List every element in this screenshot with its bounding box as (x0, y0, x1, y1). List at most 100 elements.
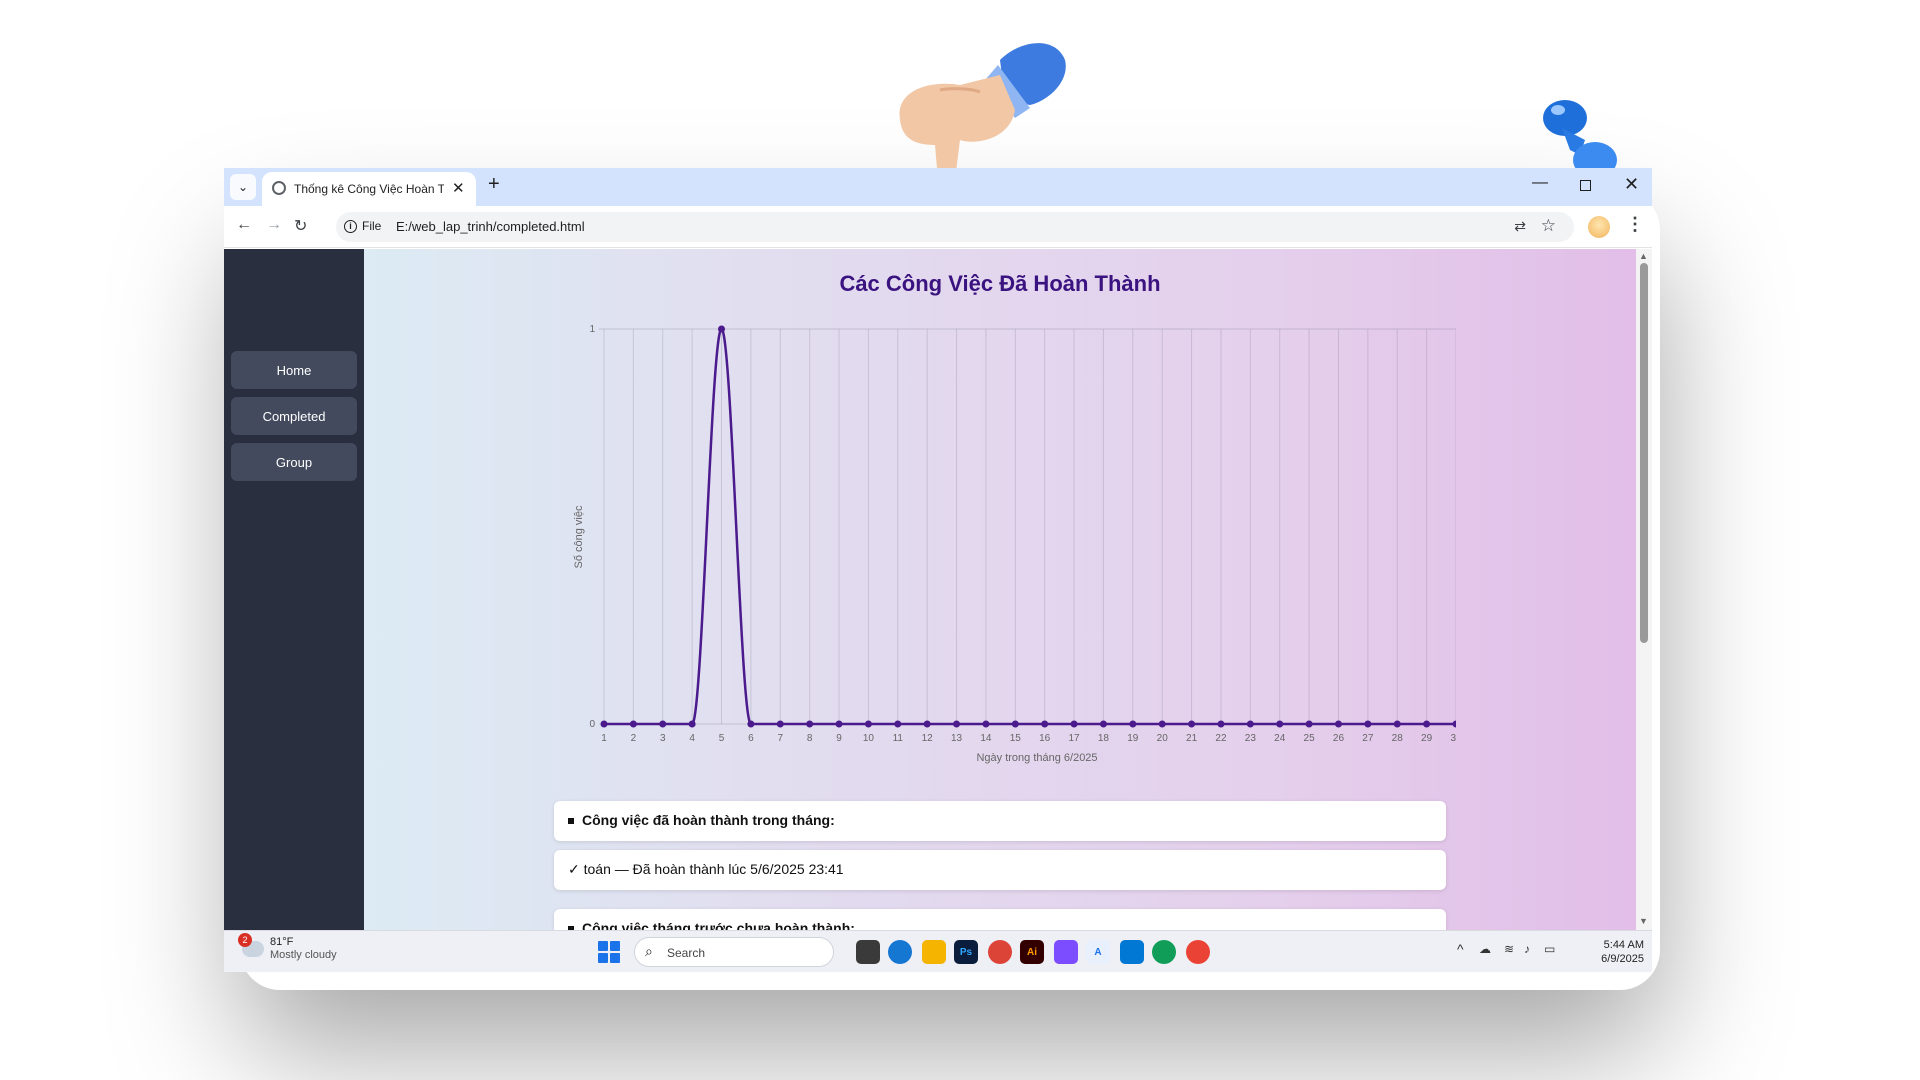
tray-chevron-up-icon[interactable]: ^ (1457, 941, 1464, 957)
x-tick-label: 22 (1215, 733, 1227, 744)
data-point[interactable] (1129, 720, 1137, 728)
data-point[interactable] (1364, 720, 1372, 728)
data-point[interactable] (953, 720, 961, 728)
profile-avatar[interactable] (1588, 216, 1610, 238)
x-tick-label: 1 (601, 733, 607, 744)
browser-window: ⌄ Thống kê Công Việc Hoàn Thàn ✕ + — ✕ ←… (224, 168, 1652, 972)
x-tick-label: 24 (1274, 733, 1286, 744)
system-clock[interactable]: 5:44 AM 6/9/2025 (1584, 938, 1644, 966)
nav-completed-button[interactable]: Completed (231, 397, 357, 435)
nav-home-button[interactable]: Home (231, 351, 357, 389)
data-point[interactable] (1070, 720, 1078, 728)
square-bullet-icon (568, 818, 574, 825)
x-tick-label: 8 (807, 733, 813, 744)
vertical-scrollbar[interactable]: ▲ ▼ (1636, 249, 1652, 930)
data-point[interactable] (1099, 720, 1107, 728)
data-point[interactable] (718, 325, 726, 333)
x-tick-label: 28 (1392, 733, 1404, 744)
photoshop-icon[interactable]: Ps (954, 940, 978, 964)
data-point[interactable] (659, 720, 667, 728)
x-tick-label: 12 (922, 733, 934, 744)
visual-studio-icon[interactable] (1054, 940, 1078, 964)
site-info-chip[interactable]: i File (344, 219, 381, 233)
weather-temperature: 81°F (270, 936, 294, 948)
weather-widget[interactable]: 2 81°F Mostly cloudy (238, 933, 337, 962)
data-point[interactable] (1334, 720, 1342, 728)
series-line (604, 327, 1456, 726)
data-point[interactable] (982, 720, 990, 728)
data-point[interactable] (894, 720, 902, 728)
data-point[interactable] (1041, 720, 1049, 728)
url-text[interactable]: E:/web_lap_trinh/completed.html (396, 219, 585, 234)
data-point[interactable] (1423, 720, 1431, 728)
task-view-icon[interactable] (856, 940, 880, 964)
data-point[interactable] (776, 720, 784, 728)
x-tick-label: 4 (689, 733, 695, 744)
data-point[interactable] (629, 720, 637, 728)
illustrator-icon[interactable]: Ai (1020, 940, 1044, 964)
taskbar-search-box[interactable]: ⌕ Search (634, 937, 834, 967)
battery-icon[interactable]: ▭ (1544, 942, 1555, 956)
edge-icon[interactable] (888, 940, 912, 964)
volume-icon[interactable]: ♪ (1524, 942, 1530, 956)
windows-start-icon[interactable] (598, 941, 620, 963)
more-menu-icon[interactable]: ⋮ (1626, 214, 1644, 235)
maximize-icon[interactable] (1580, 180, 1591, 191)
onedrive-icon[interactable]: ☁ (1479, 942, 1491, 956)
scroll-up-arrow-icon[interactable]: ▲ (1639, 251, 1648, 261)
browser-toolbar: ← → ↻ i File E:/web_lap_trinh/completed.… (224, 206, 1652, 248)
tab-search-button[interactable]: ⌄ (230, 174, 256, 200)
data-point[interactable] (600, 720, 608, 728)
page-title: Các Công Việc Đã Hoàn Thành (839, 271, 1161, 296)
browser-tab[interactable]: Thống kê Công Việc Hoàn Thàn ✕ (262, 172, 476, 206)
window-close-icon[interactable]: ✕ (1624, 174, 1639, 195)
wifi-icon[interactable]: ≋ (1504, 942, 1514, 956)
scroll-down-arrow-icon[interactable]: ▼ (1639, 916, 1648, 926)
data-point[interactable] (806, 720, 814, 728)
data-point[interactable] (1188, 720, 1196, 728)
scroll-thumb[interactable] (1640, 263, 1648, 643)
bookmark-star-icon[interactable]: ☆ (1541, 216, 1556, 236)
sidebar: Home Completed Group (224, 249, 364, 930)
data-point[interactable] (1452, 720, 1457, 728)
partial-card: Công việc tháng trước chưa hoàn thành: (554, 909, 1446, 930)
x-tick-label: 14 (980, 733, 992, 744)
back-arrow-icon[interactable]: ← (236, 216, 252, 234)
address-bar[interactable]: i File E:/web_lap_trinh/completed.html ⇄… (336, 212, 1574, 242)
chrome-profile-icon[interactable] (988, 940, 1012, 964)
main-content: Các Công Việc Đã Hoàn Thành 1 2 3 4 5 6 7 8 9 10 1… (364, 249, 1636, 930)
data-point[interactable] (864, 720, 872, 728)
x-tick-label: 27 (1362, 733, 1374, 744)
data-point[interactable] (1217, 720, 1225, 728)
data-point[interactable] (1011, 720, 1019, 728)
x-tick-label: 9 (836, 733, 842, 744)
file-explorer-icon[interactable] (922, 940, 946, 964)
data-point[interactable] (747, 720, 755, 728)
data-point[interactable] (1246, 720, 1254, 728)
vscode-icon[interactable] (1120, 940, 1144, 964)
x-tick-label: 7 (777, 733, 783, 744)
reload-icon[interactable]: ↻ (294, 216, 307, 236)
clock-date: 6/9/2025 (1601, 953, 1644, 965)
data-point[interactable] (1276, 720, 1284, 728)
x-tick-label: 6 (748, 733, 754, 744)
data-point[interactable] (835, 720, 843, 728)
app-icon[interactable]: A (1086, 940, 1110, 964)
new-tab-plus-icon[interactable]: + (488, 173, 500, 196)
data-point[interactable] (1305, 720, 1313, 728)
forward-arrow-icon[interactable]: → (266, 216, 282, 234)
search-icon: ⌕ (645, 943, 653, 959)
data-point[interactable] (1393, 720, 1401, 728)
tab-close-icon[interactable]: ✕ (452, 179, 465, 197)
translate-icon[interactable]: ⇄ (1514, 218, 1526, 235)
data-point[interactable] (1158, 720, 1166, 728)
minimize-icon[interactable]: — (1532, 174, 1548, 192)
data-point[interactable] (688, 720, 696, 728)
data-point[interactable] (923, 720, 931, 728)
x-tick-label: 10 (863, 733, 875, 744)
nav-group-button[interactable]: Group (231, 443, 357, 481)
chrome-icon[interactable] (1186, 940, 1210, 964)
completed-list-header: Công việc đã hoàn thành trong tháng: (554, 801, 1446, 841)
completed-task-item: ✓ toán — Đã hoàn thành lúc 5/6/2025 23:4… (554, 850, 1446, 890)
chrome-alt-icon[interactable] (1152, 940, 1176, 964)
